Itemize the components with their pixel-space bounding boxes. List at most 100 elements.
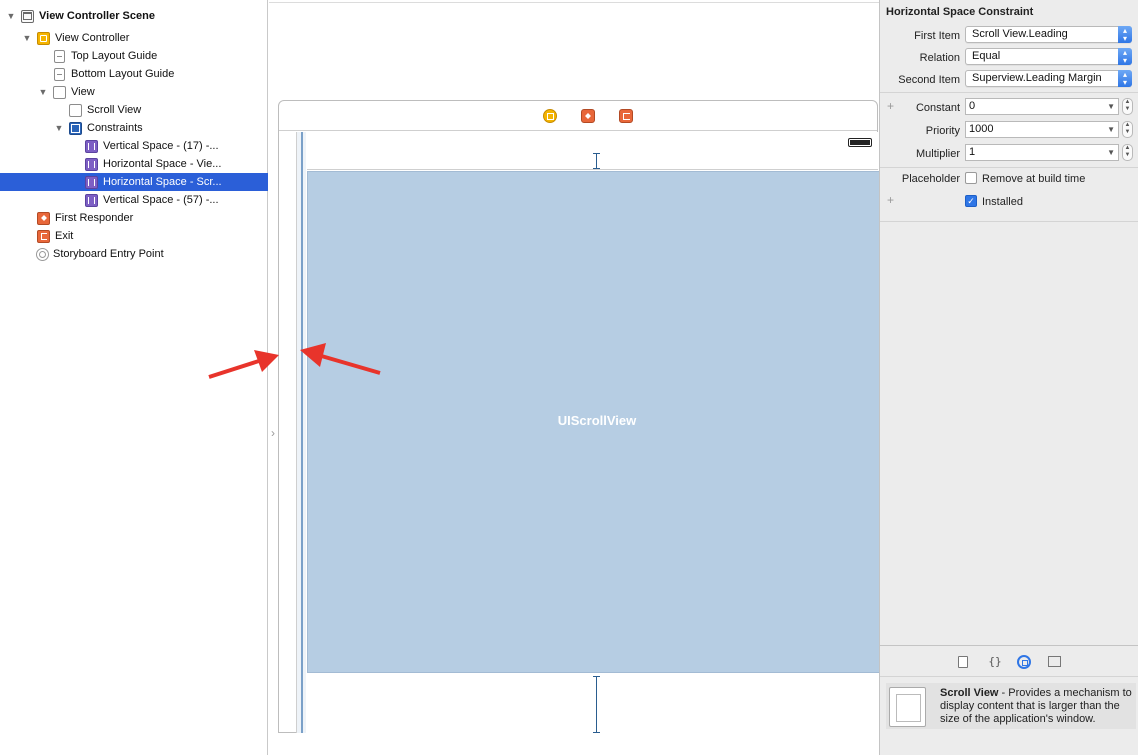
library-item-description: Scroll View - Provides a mechanism to di… (940, 687, 1136, 726)
relation-value: Equal (972, 50, 1001, 62)
exit-icon[interactable] (619, 109, 633, 123)
multiplier-label: Multiplier (915, 148, 960, 160)
outline-item-top-layout-guide[interactable]: Top Layout Guide (0, 47, 268, 65)
disclosure-triangle-icon[interactable]: ▼ (54, 123, 64, 133)
popup-arrows-icon: ▴ ▾ (1118, 26, 1132, 43)
scene-icon (21, 9, 34, 23)
constraints-icon (69, 121, 82, 135)
first-responder-icon (37, 211, 50, 225)
inspector-divider (880, 92, 1138, 93)
priority-field[interactable]: 1000 ▼ (965, 121, 1119, 138)
view-controller-icon[interactable] (543, 109, 557, 123)
chevron-right-icon[interactable]: › (268, 424, 278, 442)
leading-constraint-indicator[interactable] (296, 132, 306, 733)
outline-item-view-controller[interactable]: ▼ View Controller (0, 29, 268, 47)
outline-item-constraint-selected[interactable]: Horizontal Space - Scr... (0, 173, 268, 191)
outline-item-label: Scroll View (87, 104, 142, 116)
outline-item-label: View Controller Scene (39, 10, 155, 22)
constraint-icon (85, 175, 98, 189)
outline-item-label: Vertical Space - (17) -... (103, 140, 219, 152)
first-item-label: First Item (914, 30, 960, 42)
vertical-space-constraint-bottom[interactable] (593, 676, 600, 733)
installed-checkbox[interactable]: ✓ (965, 195, 977, 207)
outline-item-label: View Controller (55, 32, 130, 44)
object-library-icon[interactable] (1017, 655, 1031, 669)
view-icon (53, 85, 66, 99)
file-template-icon[interactable] (958, 656, 968, 668)
disclosure-triangle-icon[interactable]: ▼ (22, 33, 32, 43)
multiplier-value: 1 (969, 146, 976, 158)
relation-popup[interactable]: Equal ▴ ▾ (965, 48, 1132, 65)
remove-at-build-label: Remove at build time (982, 173, 1086, 185)
constraint-icon (85, 157, 98, 171)
outline-item-label: Storyboard Entry Point (53, 248, 164, 260)
second-item-label: Second Item (898, 74, 960, 86)
scene-frame[interactable]: UIScrollView (278, 100, 887, 733)
chevron-down-icon[interactable]: ▼ (1107, 122, 1115, 137)
outline-item-view-controller-scene[interactable]: ▼ View Controller Scene (0, 7, 268, 25)
library-item-scroll-view[interactable]: Scroll View - Provides a mechanism to di… (886, 683, 1136, 729)
outline-item-view[interactable]: ▼ View (0, 83, 268, 101)
outline-item-label: Constraints (87, 122, 143, 134)
exit-icon (37, 229, 50, 243)
scroll-view-label: UIScrollView (557, 412, 637, 428)
outline-item-label: View (71, 86, 95, 98)
priority-stepper[interactable]: ▲ ▼ (1122, 121, 1133, 138)
outline-item-constraint[interactable]: Vertical Space - (57) -... (0, 191, 268, 209)
view-controller-view[interactable]: UIScrollView (296, 132, 887, 733)
multiplier-field[interactable]: 1 ▼ (965, 144, 1119, 161)
library-tab-bar: {} (880, 645, 1138, 677)
outline-item-label: Top Layout Guide (71, 50, 158, 62)
constant-value: 0 (969, 100, 976, 112)
canvas-top-divider (269, 0, 879, 3)
chevron-down-icon[interactable]: ▼ (1107, 99, 1115, 114)
multiplier-stepper[interactable]: ▲ ▼ (1122, 144, 1133, 161)
outline-item-label: Horizontal Space - Scr... (103, 176, 222, 188)
code-snippet-icon[interactable]: {} (988, 655, 1002, 669)
outline-item-constraints[interactable]: ▼ Constraints (0, 119, 268, 137)
view-controller-icon (37, 31, 50, 45)
constant-stepper[interactable]: ▲ ▼ (1122, 98, 1133, 115)
vertical-space-constraint-top[interactable] (593, 153, 600, 169)
first-responder-icon[interactable] (581, 109, 595, 123)
outline-item-scroll-view[interactable]: Scroll View (0, 101, 268, 119)
outline-item-label: Bottom Layout Guide (71, 68, 175, 80)
outline-item-storyboard-entry-point[interactable]: Storyboard Entry Point (0, 245, 268, 263)
outline-item-exit[interactable]: Exit (0, 227, 268, 245)
scroll-view-thumbnail-icon (889, 687, 926, 727)
scroll-view[interactable]: UIScrollView (307, 171, 887, 673)
disclosure-triangle-icon[interactable]: ▼ (38, 87, 48, 97)
document-outline: ▼ View Controller Scene ▼ View Controlle… (0, 0, 268, 755)
outline-item-bottom-layout-guide[interactable]: Bottom Layout Guide (0, 65, 268, 83)
outline-item-constraint[interactable]: Horizontal Space - Vie... (0, 155, 268, 173)
placeholder-label: Placeholder (901, 173, 960, 185)
outline-item-label: Horizontal Space - Vie... (103, 158, 222, 170)
second-item-popup[interactable]: Superview.Leading Margin ▴ ▾ (965, 70, 1132, 87)
constraint-icon (85, 193, 98, 207)
first-item-popup[interactable]: Scroll View.Leading ▴ ▾ (965, 26, 1132, 43)
outline-item-first-responder[interactable]: First Responder (0, 209, 268, 227)
outline-item-label: Vertical Space - (57) -... (103, 194, 219, 206)
add-variation-icon[interactable]: + (887, 193, 894, 207)
attributes-inspector: Horizontal Space Constraint First Item S… (879, 0, 1138, 755)
entry-point-icon (36, 247, 49, 261)
constraint-icon (85, 139, 98, 153)
installed-label: Installed (982, 196, 1023, 208)
relation-label: Relation (919, 52, 960, 64)
constant-field[interactable]: 0 ▼ (965, 98, 1119, 115)
status-bar (307, 132, 878, 170)
storyboard-canvas[interactable]: UIScrollView (269, 0, 887, 755)
popup-arrows-icon: ▴ ▾ (1118, 48, 1132, 65)
inspector-title: Horizontal Space Constraint (886, 6, 1034, 18)
inspector-divider (880, 167, 1138, 168)
media-library-icon[interactable] (1048, 656, 1061, 667)
chevron-down-icon[interactable]: ▼ (1107, 145, 1115, 160)
first-item-value: Scroll View.Leading (972, 28, 1068, 40)
layout-guide-icon (54, 67, 65, 81)
second-item-value: Superview.Leading Margin (972, 72, 1102, 84)
inspector-divider (880, 221, 1138, 222)
remove-at-build-checkbox[interactable] (965, 172, 977, 184)
library-item-title: Scroll View (940, 687, 999, 699)
outline-item-constraint[interactable]: Vertical Space - (17) -... (0, 137, 268, 155)
disclosure-triangle-icon[interactable]: ▼ (6, 11, 16, 21)
